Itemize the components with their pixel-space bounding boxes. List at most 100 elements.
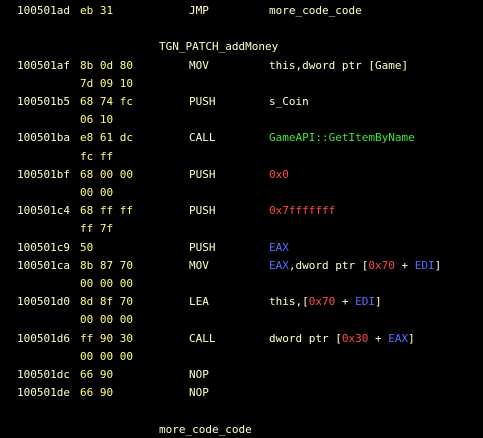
- instruction-operands[interactable]: dword ptr [0x30 + EAX]: [269, 330, 415, 347]
- instruction-bytes: ff 90 30: [80, 331, 133, 345]
- instruction-address[interactable]: 100501de: [17, 384, 70, 401]
- operand-token: 0x30: [341, 331, 369, 345]
- operand-token: EDI: [414, 258, 435, 272]
- instruction-row[interactable]: 100501dc 66 90 NOP: [0, 366, 483, 383]
- instruction-mnemonic[interactable]: JMP: [189, 2, 209, 19]
- instruction-address[interactable]: 100501af: [17, 57, 70, 74]
- instruction-row[interactable]: 100501d6 ff 90 30 CALL dword ptr [0x30 + EA…: [0, 330, 483, 347]
- instruction-row[interactable]: 100501c4 68 ff ff PUSH 0x7fffffff: [0, 202, 483, 219]
- instruction-bytes-continuation: ff 7f: [0, 220, 483, 237]
- code-label[interactable]: TGN_PATCH_addMoney: [159, 38, 278, 55]
- operand-token: more_code_code: [269, 4, 362, 17]
- instruction-row[interactable]: 100501ad eb 31 JMP more_code_code: [0, 2, 483, 19]
- instruction-bytes: 8b 0d 80: [80, 58, 133, 72]
- operand-token: EDI: [355, 295, 375, 309]
- instruction-bytes: 00 00 00: [80, 313, 133, 327]
- operand-token: EAX: [269, 240, 289, 254]
- instruction-operands[interactable]: EAX,dword ptr [0x70 + EDI]: [269, 257, 441, 274]
- instruction-operands[interactable]: this,[0x70 + EDI]: [269, 293, 382, 310]
- operand-token: 0x70: [308, 295, 336, 309]
- instruction-operands[interactable]: more_code_code: [269, 2, 362, 19]
- instruction-row[interactable]: 100501d0 8d 8f 70 LEA this,[0x70 + EDI]: [0, 293, 483, 310]
- code-label-row[interactable]: TGN_PATCH_addMoney: [0, 38, 483, 55]
- instruction-bytes: 06 10: [80, 113, 114, 127]
- instruction-operands[interactable]: this,dword ptr [Game]: [269, 57, 408, 74]
- code-label[interactable]: more_code_code: [159, 421, 252, 438]
- instruction-bytes: ff 7f: [80, 222, 114, 236]
- operand-token: ]: [408, 331, 415, 345]
- instruction-bytes: 00 00 00: [80, 349, 133, 363]
- instruction-bytes: 68 ff ff: [80, 204, 133, 218]
- instruction-row[interactable]: 100501c9 50 PUSH EAX: [0, 239, 483, 256]
- operand-token: dword ptr [: [269, 331, 342, 345]
- instruction-row[interactable]: 100501af 8b 0d 80 MOV this,dword ptr [Game]: [0, 57, 483, 74]
- operand-token[interactable]: GameAPI::GetItemByName: [269, 131, 415, 144]
- instruction-mnemonic[interactable]: CALL: [189, 129, 216, 146]
- instruction-address[interactable]: 100501c4: [17, 202, 70, 219]
- operand-token: 0x70: [368, 258, 395, 272]
- instruction-bytes: 7d 09 10: [80, 76, 133, 90]
- instruction-operands[interactable]: s_Coin: [269, 93, 309, 110]
- instruction-row[interactable]: 100501de 66 90 NOP: [0, 384, 483, 401]
- instruction-row[interactable]: 100501bf 68 00 00 PUSH 0x0: [0, 166, 483, 183]
- instruction-mnemonic[interactable]: PUSH: [189, 239, 216, 256]
- instruction-bytes: e8 61 dc: [80, 131, 133, 145]
- instruction-mnemonic[interactable]: MOV: [189, 57, 209, 74]
- instruction-mnemonic[interactable]: PUSH: [189, 202, 216, 219]
- instruction-address[interactable]: 100501ba: [17, 129, 70, 146]
- instruction-bytes-continuation: 06 10: [0, 111, 483, 128]
- instruction-mnemonic[interactable]: PUSH: [189, 166, 216, 183]
- instruction-address[interactable]: 100501c9: [17, 239, 70, 256]
- instruction-address[interactable]: 100501d6: [17, 330, 70, 347]
- instruction-operands[interactable]: GameAPI::GetItemByName: [269, 129, 415, 146]
- instruction-bytes: 00 00 00: [80, 277, 133, 290]
- operand-token: 0x0: [269, 167, 289, 181]
- instruction-address[interactable]: 100501bf: [17, 166, 70, 183]
- instruction-bytes: eb 31: [80, 4, 114, 17]
- operand-token: 0x7fffffff: [269, 204, 336, 218]
- instruction-mnemonic[interactable]: NOP: [189, 366, 209, 383]
- instruction-bytes: 68 74 fc: [80, 95, 133, 108]
- instruction-address[interactable]: 100501ad: [17, 2, 70, 19]
- instruction-operands[interactable]: 0x7fffffff: [269, 202, 335, 219]
- instruction-row[interactable]: 100501ca 8b 87 70 MOV EAX,dword ptr [0x70 +…: [0, 257, 483, 274]
- instruction-operands[interactable]: 0x0: [269, 166, 289, 183]
- operand-token: ]: [434, 258, 442, 272]
- instruction-bytes-continuation: fc ff: [0, 148, 483, 165]
- instruction-mnemonic[interactable]: NOP: [189, 384, 209, 401]
- instruction-operands[interactable]: EAX: [269, 239, 289, 256]
- instruction-bytes-continuation: 7d 09 10: [0, 75, 483, 92]
- instruction-bytes: 68 00 00: [80, 167, 133, 181]
- operand-token: ]: [375, 295, 382, 309]
- instruction-address[interactable]: 100501ca: [17, 257, 70, 274]
- instruction-bytes-continuation: 00 00 00: [0, 275, 483, 292]
- instruction-bytes: 00 00: [80, 186, 114, 199]
- instruction-mnemonic[interactable]: PUSH: [189, 93, 216, 110]
- instruction-mnemonic[interactable]: LEA: [189, 293, 209, 310]
- operand-token: this: [269, 58, 296, 72]
- instruction-bytes: 66 90: [80, 368, 114, 381]
- operand-token: ,dword ptr [Game]: [295, 58, 409, 72]
- code-label-row[interactable]: more_code_code: [0, 421, 483, 438]
- instruction-address[interactable]: 100501d0: [17, 293, 70, 310]
- disassembly-listing[interactable]: 100501ad eb 31 JMP more_code_code TGN_PATCH_…: [0, 0, 483, 436]
- instruction-address[interactable]: 100501b5: [17, 93, 70, 110]
- instruction-bytes-continuation: 00 00 00: [0, 348, 483, 365]
- operand-token: EAX: [269, 258, 289, 272]
- instruction-bytes-continuation: 00 00 00: [0, 311, 483, 328]
- operand-token: +: [368, 331, 389, 345]
- instruction-bytes-continuation: 00 00: [0, 184, 483, 201]
- instruction-bytes: fc ff: [80, 149, 114, 163]
- instruction-mnemonic[interactable]: CALL: [189, 330, 216, 347]
- instruction-address[interactable]: 100501dc: [17, 366, 70, 383]
- instruction-bytes: 50: [80, 240, 94, 254]
- instruction-mnemonic[interactable]: MOV: [189, 257, 209, 274]
- instruction-row[interactable]: 100501ba e8 61 dc CALL GameAPI::GetItemByNa…: [0, 129, 483, 146]
- operand-token: EAX: [388, 331, 409, 345]
- instruction-row[interactable]: 100501b5 68 74 fc PUSH s_Coin: [0, 93, 483, 110]
- instruction-bytes: 8d 8f 70: [80, 295, 133, 309]
- operand-token: ,dword ptr [: [288, 258, 369, 272]
- operand-token: ,[: [295, 295, 309, 309]
